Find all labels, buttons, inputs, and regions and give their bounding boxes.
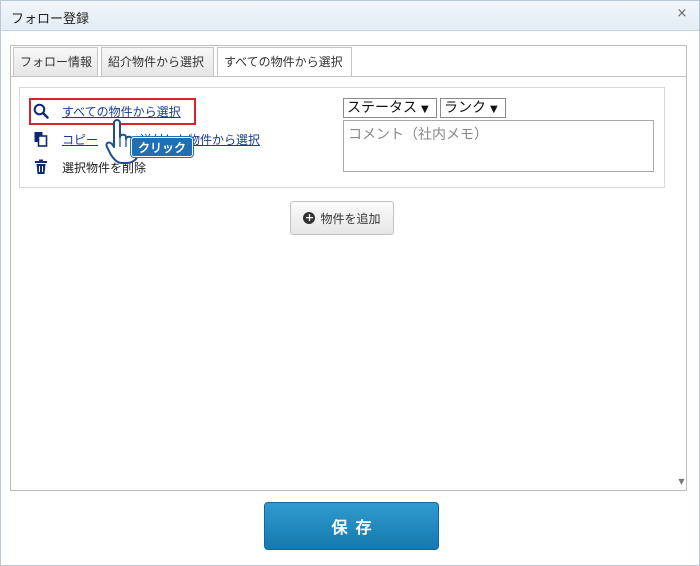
status-select-value: ステータス	[347, 100, 417, 116]
add-property-button[interactable]: + 物件を追加	[290, 201, 394, 235]
rank-select-value: ランク	[444, 100, 486, 116]
chevron-down-icon: ▼	[421, 104, 429, 115]
add-property-label: 物件を追加	[320, 211, 381, 226]
tab-follow-info[interactable]: フォロー情報	[13, 47, 98, 76]
follow-registration-dialog: フォロー登録 × フォロー情報 紹介物件から選択 すべての物件から選択 すべての…	[0, 0, 700, 566]
dialog-titlebar: フォロー登録 ×	[1, 1, 699, 31]
save-button[interactable]: 保存	[264, 502, 439, 550]
copy-icon	[33, 131, 49, 147]
close-icon[interactable]: ×	[675, 7, 689, 21]
trash-icon	[33, 159, 49, 175]
tab-all-properties[interactable]: すべての物件から選択	[217, 47, 352, 77]
plus-circle-icon: +	[303, 211, 316, 224]
comment-placeholder: コメント（社内メモ）	[348, 127, 488, 143]
dialog-title: フォロー登録	[11, 12, 90, 27]
tab-divider	[11, 76, 686, 77]
copy-link-prefix[interactable]: コピー	[62, 131, 98, 148]
comment-textarea[interactable]: コメント（社内メモ）	[343, 120, 654, 172]
click-annotation-badge: クリック	[131, 137, 194, 157]
scroll-down-arrow-icon[interactable]: ▼	[677, 477, 686, 486]
rank-select[interactable]: ランク ▼	[440, 98, 506, 118]
save-button-label: 保存	[331, 518, 380, 537]
status-select[interactable]: ステータス ▼	[343, 98, 437, 118]
tab-referral-properties[interactable]: 紹介物件から選択	[101, 47, 214, 76]
chevron-down-icon: ▼	[490, 104, 498, 115]
